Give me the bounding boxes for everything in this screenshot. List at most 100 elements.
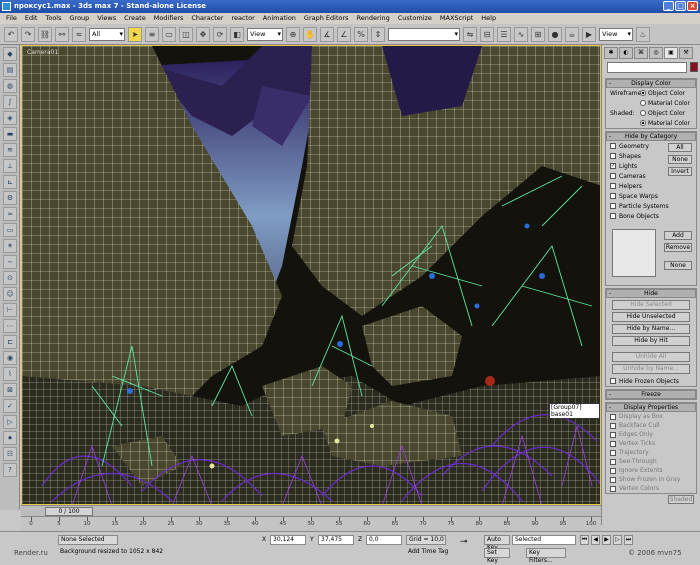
select-rotate-icon[interactable]: ⟳ <box>213 26 227 42</box>
point-to-point-icon[interactable]: ⋯ <box>3 319 17 333</box>
rope-icon[interactable]: ∫ <box>3 95 17 109</box>
car-wheel-icon[interactable]: ◉ <box>3 351 17 365</box>
key-filters-button[interactable]: Key Filters... <box>526 548 566 564</box>
menu-animation[interactable]: Animation <box>259 13 300 24</box>
deforming-mesh-icon[interactable]: ◈ <box>3 111 17 125</box>
unhide-all-button[interactable]: Unhide All <box>612 352 690 362</box>
modify-tab-icon[interactable]: ◐ <box>619 47 633 59</box>
play-icon[interactable]: ▶ <box>602 535 611 545</box>
preview-animation-icon[interactable]: ▷ <box>3 415 17 429</box>
edges-only-checkbox[interactable] <box>610 431 616 438</box>
helpers-checkbox[interactable] <box>610 183 616 189</box>
shapes-checkbox[interactable] <box>610 153 616 159</box>
motion-tab-icon[interactable]: ◎ <box>649 47 663 59</box>
wind-icon[interactable]: ≈ <box>3 207 17 221</box>
viewport-label[interactable]: Camera01 <box>27 49 58 56</box>
display-color-header[interactable]: Display Color <box>606 79 696 88</box>
menu-character[interactable]: Character <box>187 13 227 24</box>
x-coordinate-field[interactable]: 30,124 <box>270 535 306 545</box>
display-tab-icon[interactable]: ▣ <box>664 47 678 59</box>
constraint-solver-icon[interactable]: ⊙ <box>3 271 17 285</box>
cloth-icon[interactable]: ▤ <box>3 63 17 77</box>
backface-cull-checkbox[interactable] <box>610 422 616 429</box>
prev-frame-icon[interactable]: ◀ <box>591 535 600 545</box>
menu-help[interactable]: Help <box>477 13 500 24</box>
geometry-checkbox[interactable] <box>610 143 616 149</box>
hide-header[interactable]: Hide <box>606 289 696 298</box>
next-frame-icon[interactable]: ▷ <box>613 535 622 545</box>
none-list-button[interactable]: None <box>664 261 692 270</box>
hide-frozen-checkbox[interactable] <box>610 378 616 384</box>
lights-checkbox[interactable]: ✓ <box>610 163 616 169</box>
hide-by-name-button[interactable]: Hide by Name... <box>612 324 690 334</box>
rigid-body-icon[interactable]: ◆ <box>3 47 17 61</box>
create-animation-icon[interactable]: ⏺ <box>3 431 17 445</box>
menu-customize[interactable]: Customize <box>394 13 436 24</box>
category-list[interactable] <box>612 229 656 277</box>
selection-filter-dropdown[interactable]: All <box>89 27 125 41</box>
angular-dashpot-icon[interactable]: ⊾ <box>3 175 17 189</box>
display-as-box-checkbox[interactable] <box>610 413 616 420</box>
shaded-object-color-radio[interactable] <box>640 110 646 116</box>
goto-end-icon[interactable]: ⏭ <box>624 535 633 545</box>
menu-maxscript[interactable]: MAXScript <box>436 13 477 24</box>
fracture-object-icon[interactable]: ⊠ <box>3 383 17 397</box>
z-coordinate-field[interactable]: 0,0 <box>366 535 402 545</box>
linear-dashpot-icon[interactable]: ⟂ <box>3 159 17 173</box>
menu-modifiers[interactable]: Modifiers <box>150 13 188 24</box>
named-selection-dropdown[interactable] <box>388 27 460 41</box>
redo-icon[interactable]: ↷ <box>21 26 35 42</box>
menu-rendering[interactable]: Rendering <box>353 13 394 24</box>
select-move-icon[interactable]: ✥ <box>196 26 210 42</box>
track-bar[interactable]: 0 5 10 15 20 25 30 35 40 45 50 55 60 65 70 75 80 85 90 95 10… <box>21 516 601 531</box>
unlink-icon[interactable]: ⚯ <box>55 26 69 42</box>
menu-create[interactable]: Create <box>120 13 150 24</box>
cameras-checkbox[interactable] <box>610 173 616 179</box>
window-crossing-icon[interactable]: ◫ <box>179 26 193 42</box>
analyze-world-icon[interactable]: ✓ <box>3 399 17 413</box>
properties-icon[interactable]: ☷ <box>3 447 17 461</box>
maximize-button[interactable]: □ <box>675 1 686 11</box>
pivot-icon[interactable]: ⊕ <box>286 26 300 42</box>
time-slider[interactable]: 0 / 100 <box>21 505 601 516</box>
quick-render-icon[interactable]: ▶ <box>582 26 596 42</box>
see-through-checkbox[interactable] <box>610 458 616 465</box>
bone-objects-checkbox[interactable] <box>610 213 616 219</box>
manipulate-icon[interactable]: ✋ <box>303 26 317 42</box>
utilities-tab-icon[interactable]: ⚒ <box>679 47 693 59</box>
render-type-dropdown[interactable]: View <box>599 27 633 41</box>
key-mode-dropdown[interactable]: Selected <box>512 535 576 545</box>
ignore-extents-checkbox[interactable] <box>610 467 616 474</box>
menu-edit[interactable]: Edit <box>21 13 42 24</box>
layer-manager-icon[interactable]: ☰ <box>497 26 511 42</box>
hide-unselected-button[interactable]: Hide Unselected <box>612 312 690 322</box>
snap-icon[interactable]: ∡ <box>320 26 334 42</box>
fracture-icon[interactable]: ✶ <box>3 239 17 253</box>
rect-selection-icon[interactable]: ▭ <box>162 26 176 42</box>
point-path-icon[interactable]: ⌇ <box>3 367 17 381</box>
hide-selected-button[interactable]: Hide Selected <box>612 300 690 310</box>
add-time-tag[interactable]: Add Time Tag <box>406 548 450 558</box>
wireframe-object-color-radio[interactable] <box>640 90 646 96</box>
prismatic-icon[interactable]: ⊏ <box>3 335 17 349</box>
select-by-name-icon[interactable]: ≡ <box>145 26 159 42</box>
undo-icon[interactable]: ↶ <box>4 26 18 42</box>
close-button[interactable]: × <box>687 1 698 11</box>
schematic-view-icon[interactable]: ⊞ <box>531 26 545 42</box>
soft-body-icon[interactable]: ◍ <box>3 79 17 93</box>
invert-button[interactable]: Invert <box>668 167 692 176</box>
hide-by-hit-button[interactable]: Hide by Hit <box>612 336 690 346</box>
hinge-icon[interactable]: ⊢ <box>3 303 17 317</box>
goto-start-icon[interactable]: ⏮ <box>580 535 589 545</box>
y-coordinate-field[interactable]: 37,475 <box>318 535 354 545</box>
link-icon[interactable]: ⛓ <box>38 26 52 42</box>
vertex-colors-checkbox[interactable] <box>610 485 616 492</box>
menu-views[interactable]: Views <box>93 13 120 24</box>
reference-coord-dropdown[interactable]: View <box>247 27 283 41</box>
plane-icon[interactable]: ▬ <box>3 127 17 141</box>
menu-group[interactable]: Group <box>66 13 94 24</box>
minimize-button[interactable]: _ <box>663 1 674 11</box>
select-object-icon[interactable]: ➤ <box>128 26 142 42</box>
create-tab-icon[interactable]: ✱ <box>604 47 618 59</box>
time-slider-thumb[interactable]: 0 / 100 <box>45 507 93 516</box>
